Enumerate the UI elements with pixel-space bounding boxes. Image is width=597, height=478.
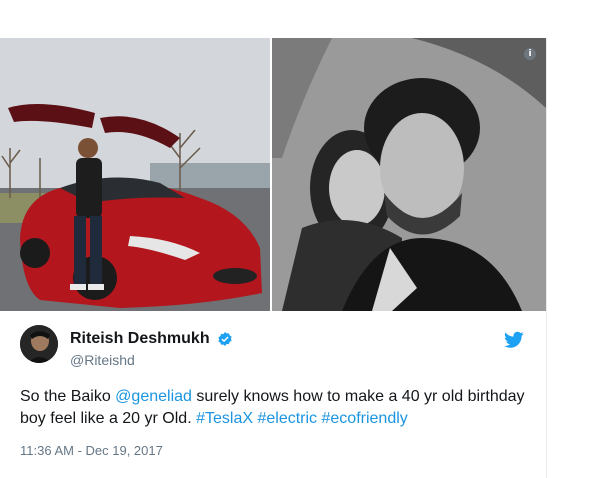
avatar-image — [20, 325, 58, 363]
hashtag-ecofriendly[interactable]: #ecofriendly — [322, 410, 408, 427]
verified-badge-icon — [218, 332, 232, 346]
handle[interactable]: @Riteishd — [70, 352, 233, 368]
timestamp[interactable]: 11:36 AM - Dec 19, 2017 — [20, 443, 163, 458]
tweet-text: So the Baiko @geneliad surely knows how … — [20, 386, 540, 430]
tesla-photo-illustration — [0, 38, 270, 311]
display-name[interactable]: Riteish Deshmukh — [70, 330, 210, 348]
author-info[interactable]: Riteish Deshmukh @Riteishd — [70, 330, 233, 368]
tweet-media[interactable]: i — [0, 38, 546, 311]
info-icon[interactable]: i — [524, 48, 536, 60]
avatar[interactable] — [20, 325, 58, 363]
tweet-text-part1: So the Baiko — [20, 388, 116, 405]
mention-link[interactable]: @geneliad — [115, 388, 192, 405]
hashtag-teslax[interactable]: #TeslaX — [196, 410, 253, 427]
selfie-photo-illustration — [272, 38, 546, 311]
twitter-bird-icon[interactable] — [504, 331, 524, 349]
hashtag-electric[interactable]: #electric — [257, 410, 317, 427]
embedded-tweet-card: i Riteish Deshmukh @Riteishd So the Baik… — [0, 38, 547, 478]
photo-tesla[interactable] — [0, 38, 270, 311]
photo-selfie[interactable] — [272, 38, 546, 311]
